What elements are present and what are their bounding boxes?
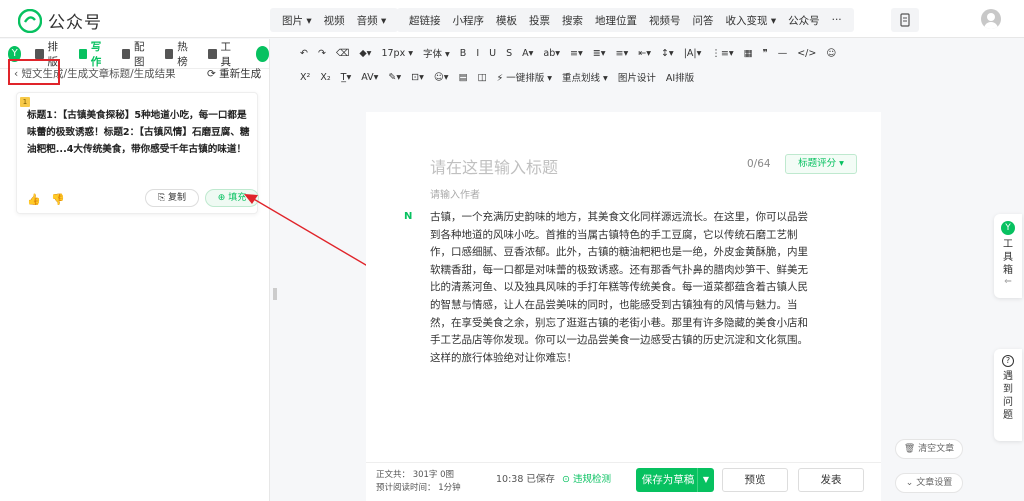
format-tool-6[interactable]: B <box>460 48 467 59</box>
article-settings-button[interactable]: ⌄ 文章设置 <box>895 473 963 493</box>
phone-icon <box>900 13 910 27</box>
vertical-char: 工 <box>1003 239 1013 250</box>
save-status: 10:38 已保存 <box>496 474 555 485</box>
save-dropdown-button[interactable]: ▼ <box>697 468 714 492</box>
title-score-button[interactable]: 标题评分 ▾ <box>785 154 857 174</box>
stats-line-1: 正文共： 301字 0图 <box>376 470 455 480</box>
mobile-preview-button[interactable] <box>891 8 919 32</box>
title-char-count: 0/64 <box>747 158 771 170</box>
title-input[interactable]: 请在这里输入标题 <box>430 154 558 178</box>
format-tool-19[interactable]: ▦ <box>744 48 753 59</box>
stats-line-2: 预计阅读时间： 1分钟 <box>376 483 461 493</box>
format-tool-14[interactable]: ≡▾ <box>616 48 629 59</box>
format-toolbar: ↶ ↷ ⌫ ◆▾ 17px ▾ 字体 ▾ B I U S A▾ ab▾ ≡▾ ≣▾ ≡▾ ⇤▾ ↕▾ |A|▾ ⋮≡… <box>300 44 960 88</box>
format2-tool-3[interactable]: AV▾ <box>361 72 378 83</box>
format-tool-18[interactable]: ⋮≡▾ <box>711 48 733 59</box>
chevron-down-icon: ⌄ <box>905 478 917 488</box>
nav-official-account[interactable]: 公众号 <box>782 13 826 28</box>
vertical-char: 具 <box>1003 252 1013 263</box>
author-input[interactable]: 请输入作者 <box>430 186 480 201</box>
format-tool-22[interactable]: </> <box>797 48 816 59</box>
format-tool-8[interactable]: U <box>489 48 496 59</box>
format2-tool-11[interactable]: 图片设计 <box>618 70 656 84</box>
nav-miniprogram[interactable]: 小程序 <box>447 13 491 28</box>
nav-template[interactable]: 模板 <box>490 13 523 28</box>
arrow-left-icon: ⇐ <box>1004 277 1012 287</box>
clear-article-button[interactable]: 🗑 清空文章 <box>895 439 963 459</box>
nav-search[interactable]: 搜索 <box>556 13 589 28</box>
toolbox-logo-icon: Y <box>1001 221 1015 235</box>
nav-qa[interactable]: 问答 <box>687 13 720 28</box>
publish-button[interactable]: 发表 <box>798 468 864 492</box>
shield-icon: ⊙ <box>562 474 573 485</box>
vertical-char: 到 <box>1003 384 1013 395</box>
format2-tool-7[interactable]: ▤ <box>459 72 468 83</box>
nav-monetize[interactable]: 收入变现 ▾ <box>720 13 783 28</box>
format2-tool-9[interactable]: ⚡ 一键排版 ▾ <box>497 70 552 84</box>
word-stats: 正文共： 301字 0图 预计阅读时间： 1分钟 <box>376 469 461 495</box>
format2-tool-12[interactable]: AI排版 <box>666 70 694 84</box>
format2-tool-8[interactable]: ◫ <box>478 72 487 83</box>
help-button[interactable]: ? 遇到问题 <box>994 349 1022 441</box>
format2-tool-1[interactable]: X₂ <box>320 72 330 83</box>
violation-check-label: 违规检测 <box>572 474 611 485</box>
format-tool-17[interactable]: |A|▾ <box>684 48 702 59</box>
panel-collapse-handle[interactable] <box>273 288 277 300</box>
format-tool-0[interactable]: ↶ <box>300 48 308 59</box>
format2-tool-2[interactable]: T̲▾ <box>341 72 352 83</box>
avatar[interactable] <box>981 9 1001 29</box>
format-tool-20[interactable]: ❞ <box>763 48 768 59</box>
vertical-char: 问 <box>1003 397 1013 408</box>
toolbox-label: 工具箱 <box>994 238 1022 277</box>
format-tool-13[interactable]: ≣▾ <box>593 48 606 59</box>
format-tool-3[interactable]: ◆▾ <box>359 48 371 59</box>
insert-nav: 超链接 小程序 模板 投票 搜索 地理位置 视频号 问答 收入变现 ▾ 公众号 … <box>397 8 854 32</box>
format-tool-5[interactable]: 字体 ▾ <box>423 46 450 60</box>
vertical-char: 题 <box>1003 410 1013 421</box>
format-tool-23[interactable]: ☺ <box>826 48 836 59</box>
format-tool-2[interactable]: ⌫ <box>336 48 349 59</box>
format2-tool-4[interactable]: ✎▾ <box>388 72 401 83</box>
format-tool-10[interactable]: A▾ <box>522 48 533 59</box>
format-tool-4[interactable]: 17px ▾ <box>381 48 413 59</box>
format-tool-15[interactable]: ⇤▾ <box>638 48 651 59</box>
help-label: 遇到问题 <box>994 370 1022 422</box>
format-tool-7[interactable]: I <box>476 48 479 59</box>
ai-marker-icon: N <box>404 211 413 222</box>
format-tool-12[interactable]: ≡▾ <box>570 48 583 59</box>
format2-tool-0[interactable]: X² <box>300 72 310 83</box>
clear-label: 清空文章 <box>918 444 955 454</box>
trash-icon: 🗑 <box>903 444 919 454</box>
toolbox-button[interactable]: Y 工具箱 ⇐ <box>994 214 1022 298</box>
settings-label: 文章设置 <box>916 478 953 488</box>
editor-paper: 请在这里输入标题 0/64 标题评分 ▾ 请输入作者 N 古镇，一个充满历史韵味… <box>366 112 881 501</box>
nav-vote[interactable]: 投票 <box>523 13 556 28</box>
editor-footer: 正文共： 301字 0图 预计阅读时间： 1分钟 10:38 已保存 ⊙ 违规检… <box>366 462 881 501</box>
format2-tool-6[interactable]: ☺▾ <box>434 72 449 83</box>
save-draft-label: 保存为草稿 <box>641 474 695 486</box>
format2-tool-5[interactable]: ⊡▾ <box>411 72 424 83</box>
nav-channels[interactable]: 视频号 <box>643 13 687 28</box>
format-tool-16[interactable]: ↕▾ <box>661 48 674 59</box>
format2-tool-10[interactable]: 重点划线 ▾ <box>562 70 608 84</box>
question-icon: ? <box>1002 355 1014 367</box>
violation-check-button[interactable]: ⊙ 违规检测 <box>562 471 611 485</box>
vertical-char: 箱 <box>1003 265 1013 276</box>
preview-button[interactable]: 预览 <box>722 468 788 492</box>
nav-location[interactable]: 地理位置 <box>589 13 643 28</box>
format-tool-11[interactable]: ab▾ <box>543 48 560 59</box>
chevron-down-icon: ▼ <box>702 475 710 484</box>
format-tool-21[interactable]: — <box>778 48 788 59</box>
format-tool-9[interactable]: S <box>506 48 512 59</box>
article-body[interactable]: 古镇，一个充满历史韵味的地方，其美食文化同样源远流长。在这里，你可以品尝到各种地… <box>430 209 810 367</box>
nav-more[interactable]: ··· <box>826 14 848 26</box>
format-tool-1[interactable]: ↷ <box>318 48 326 59</box>
vertical-char: 遇 <box>1003 371 1013 382</box>
